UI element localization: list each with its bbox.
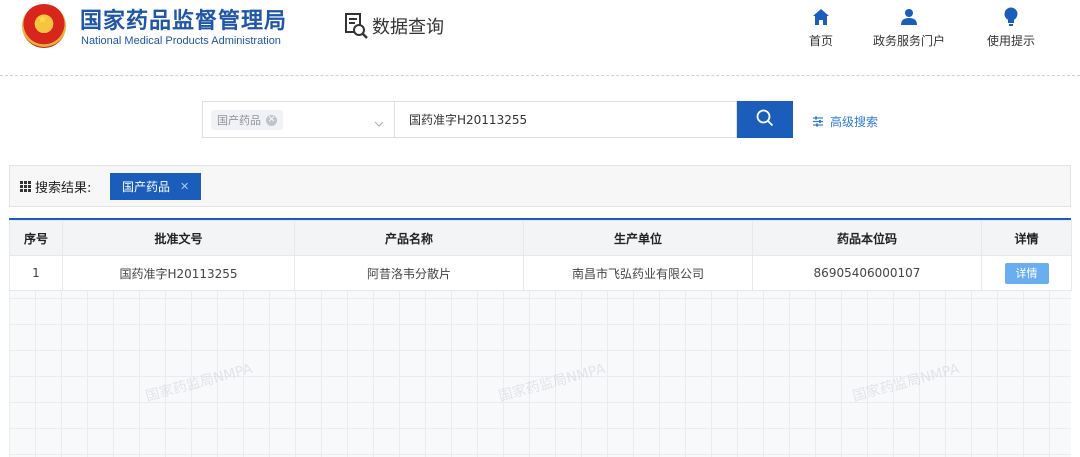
remove-category-icon[interactable]: ✕	[266, 114, 277, 126]
nav-usage-tips[interactable]: 使用提示	[966, 6, 1056, 49]
home-icon	[776, 6, 866, 28]
org-name-en: National Medical Products Administration	[81, 35, 281, 47]
col-header-approval-no: 批准文号	[62, 220, 295, 256]
cell-detail: 详情	[981, 255, 1072, 291]
nav-service-portal[interactable]: 政务服务门户	[864, 6, 954, 49]
remove-filter-icon[interactable]: ✕	[180, 180, 189, 193]
category-tag: 国产药品 ✕	[211, 110, 283, 130]
nav-usage-tips-label: 使用提示	[986, 34, 1035, 48]
search-button[interactable]	[737, 101, 793, 138]
grid-icon	[20, 181, 31, 192]
advanced-search-link[interactable]: 高级搜索	[812, 113, 878, 130]
col-header-code: 药品本位码	[752, 220, 982, 256]
cell-product: 阿昔洛韦分散片	[294, 255, 524, 291]
nav-home[interactable]: 首页	[776, 6, 866, 49]
lightbulb-icon	[966, 6, 1056, 28]
col-header-index: 序号	[9, 220, 63, 256]
category-tag-label: 国产药品	[217, 114, 261, 127]
results-table: 序号 批准文号 产品名称 生产单位 药品本位码 详情 1 国药准字H201132…	[9, 220, 1072, 291]
table-row: 1 国药准字H20113255 阿昔洛韦分散片 南昌市飞弘药业有限公司 8690…	[9, 255, 1072, 291]
watermark: 国家药监局NMPA	[497, 361, 608, 405]
category-select[interactable]: 国产药品 ✕	[202, 101, 394, 138]
user-icon	[864, 6, 954, 28]
search-input[interactable]	[394, 101, 737, 138]
filter-sliders-icon	[812, 116, 824, 127]
cell-approval-no: 国药准字H20113255	[62, 255, 295, 291]
cell-manufacturer: 南昌市飞弘药业有限公司	[523, 255, 753, 291]
chevron-down-icon[interactable]	[374, 114, 384, 133]
advanced-search-label: 高级搜索	[830, 115, 879, 129]
result-label: 搜索结果:	[20, 177, 91, 196]
nav-home-label: 首页	[808, 34, 833, 48]
document-search-icon	[344, 12, 370, 40]
watermark: 国家药监局NMPA	[144, 361, 255, 405]
result-filter-bar: 搜索结果: 国产药品 ✕	[9, 165, 1071, 207]
col-header-detail: 详情	[981, 220, 1072, 256]
table-header-row: 序号 批准文号 产品名称 生产单位 药品本位码 详情	[9, 220, 1072, 256]
active-filter-tag: 国产药品 ✕	[110, 173, 202, 200]
watermark: 国家药监局NMPA	[851, 361, 962, 405]
cell-index: 1	[9, 255, 63, 291]
section-heading: 数据查询	[344, 12, 444, 40]
org-name-cn: 国家药品监督管理局	[80, 9, 288, 34]
results-table-container: 序号 批准文号 产品名称 生产单位 药品本位码 详情 1 国药准字H201132…	[9, 218, 1072, 457]
active-filter-label: 国产药品	[122, 180, 171, 194]
detail-button[interactable]: 详情	[1004, 262, 1049, 284]
nav-service-portal-label: 政务服务门户	[872, 34, 945, 48]
col-header-product: 产品名称	[294, 220, 524, 256]
result-label-text: 搜索结果:	[35, 181, 92, 196]
national-emblem-logo: ★	[22, 4, 66, 48]
col-header-manufacturer: 生产单位	[523, 220, 753, 256]
cell-code: 86905406000107	[752, 255, 982, 291]
section-title: 数据查询	[372, 17, 444, 38]
search-icon	[756, 109, 774, 131]
site-header: ★ 国家药品监督管理局 National Medical Products Ad…	[0, 0, 1080, 76]
